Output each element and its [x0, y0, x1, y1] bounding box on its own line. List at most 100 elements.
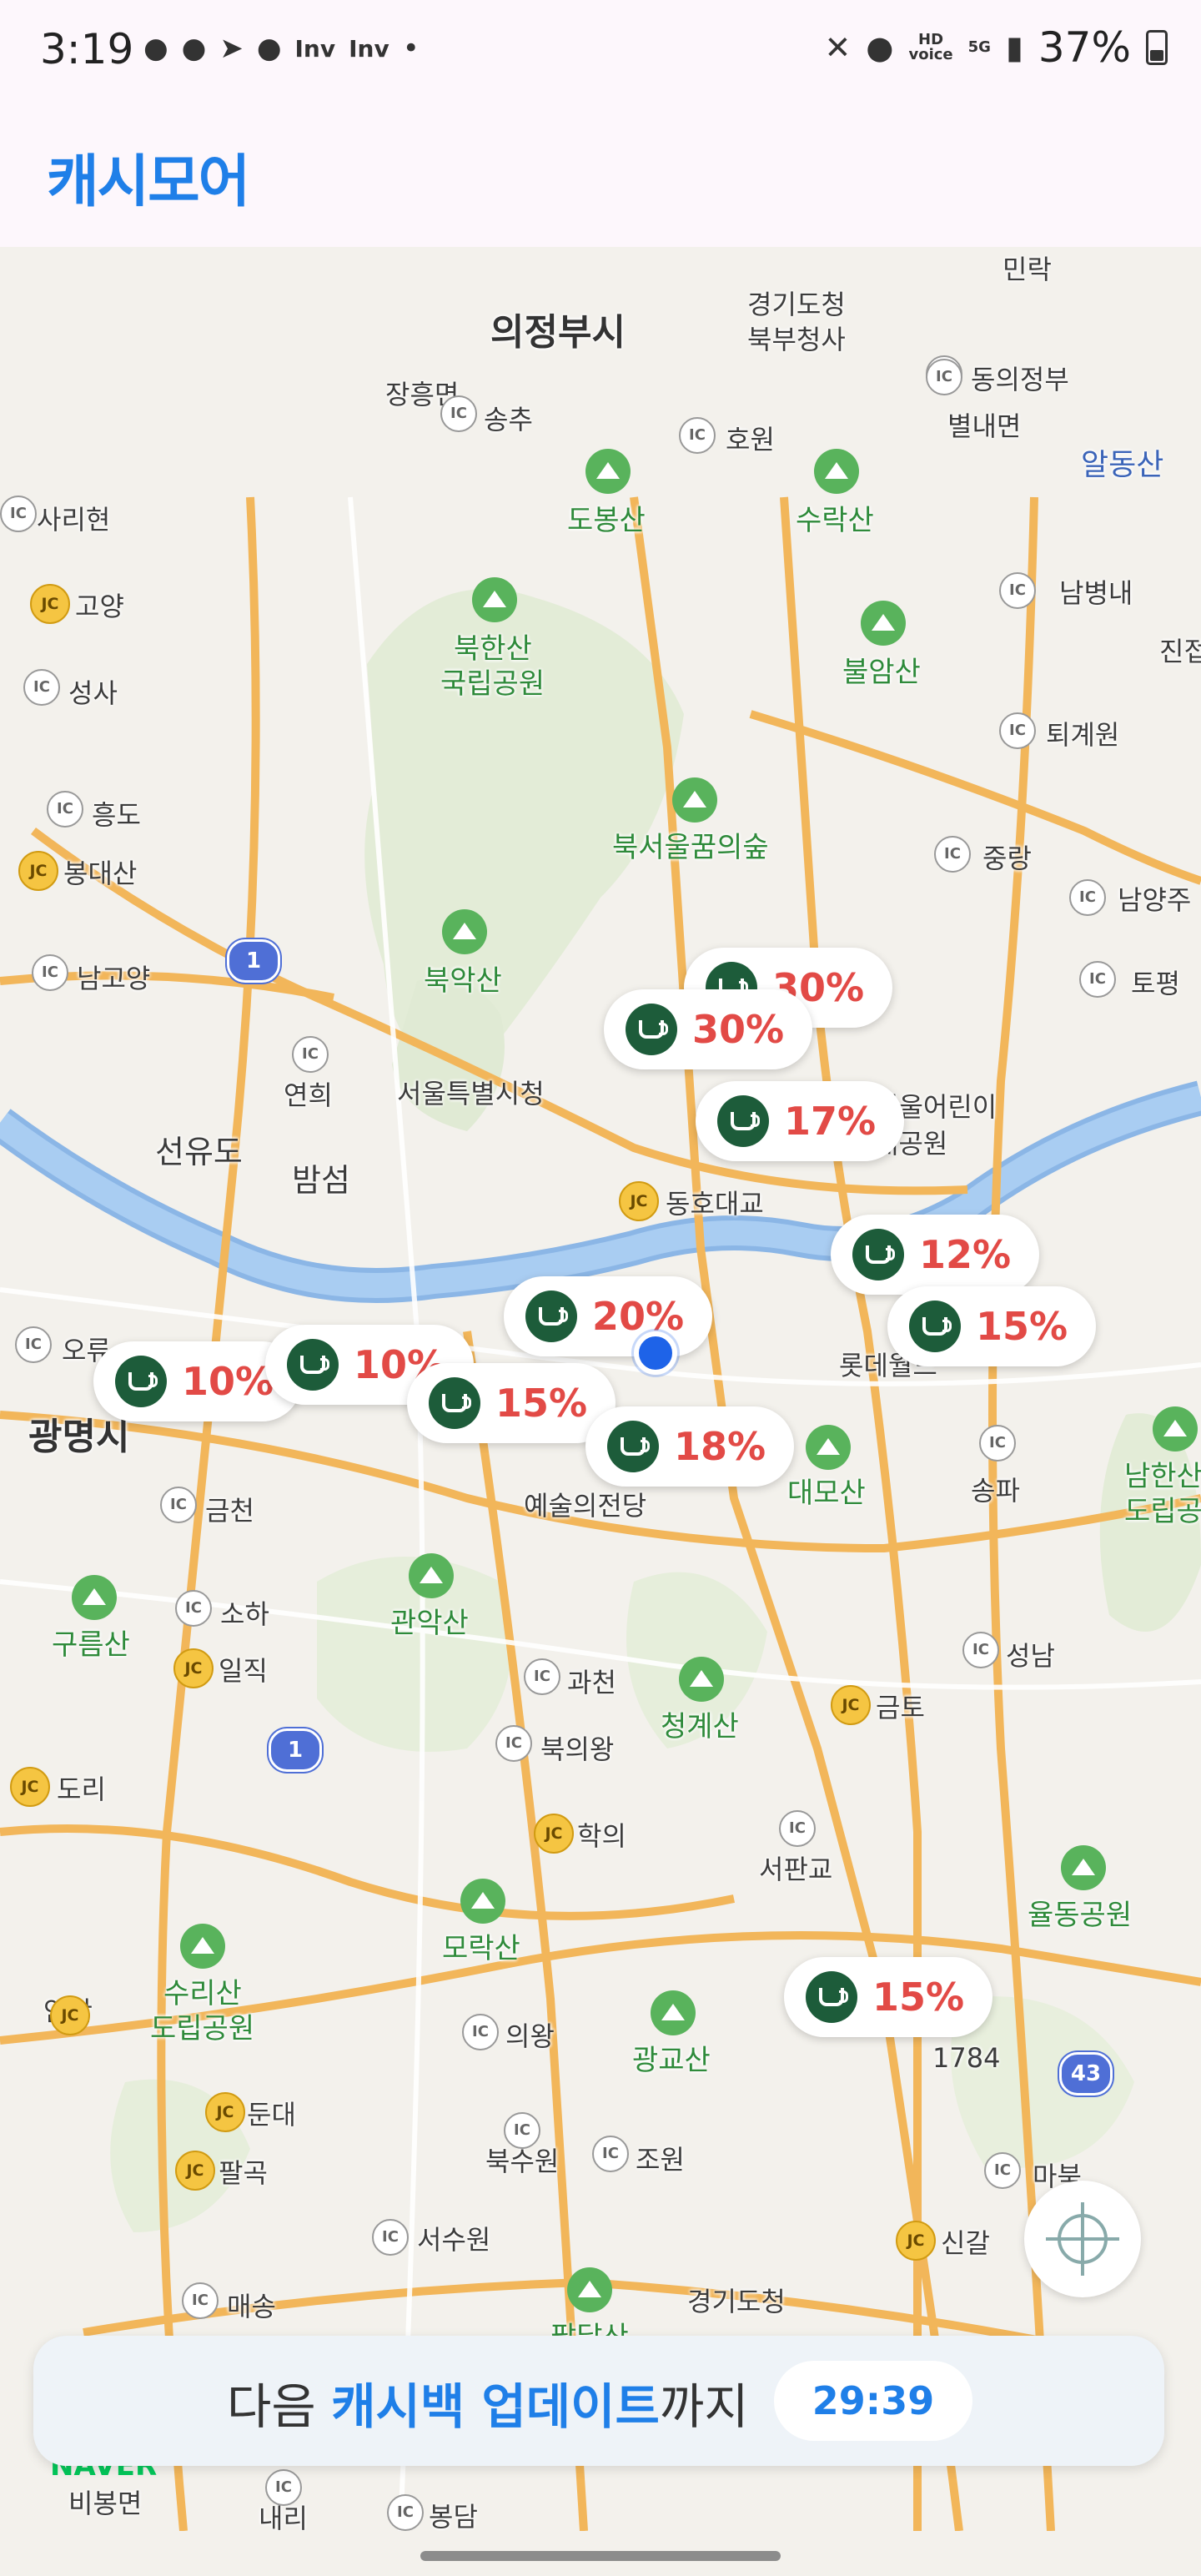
cafe-marker[interactable]: 17%	[696, 1081, 905, 1161]
ic-badge: IC	[979, 1425, 1016, 1462]
mountain-label: 북서울꿈의숲	[612, 831, 769, 864]
place-label: 고양	[75, 591, 124, 622]
home-handle[interactable]	[420, 2551, 781, 2561]
mountain-label: 국립공원	[440, 667, 545, 701]
place-label: 호원	[726, 424, 775, 455]
banner-prefix: 다음	[227, 2378, 332, 2435]
cashback-percent: 15%	[495, 1381, 588, 1426]
cafe-marker[interactable]: 18%	[585, 1406, 795, 1487]
cashback-update-banner: 다음 캐시백 업데이트까지 29:39	[33, 2336, 1164, 2466]
place-label: 진접	[1159, 636, 1201, 667]
cashback-percent: 18%	[674, 1424, 766, 1469]
inv-icon: Inv	[349, 34, 389, 63]
place-label: 비봉면	[68, 2488, 143, 2519]
place-label: 남고양	[77, 963, 151, 994]
cashback-percent: 20%	[592, 1294, 685, 1339]
ic-badge: IC	[999, 712, 1036, 749]
cafe-marker[interactable]: 20%	[504, 1276, 713, 1356]
mountain-label: 수락산	[796, 504, 874, 537]
ic-badge: IC	[182, 2282, 219, 2319]
mountain-icon	[585, 449, 631, 494]
cashback-percent: 12%	[919, 1232, 1012, 1277]
gesture-bar	[0, 2531, 1201, 2576]
jc-badge: JC	[10, 1767, 50, 1807]
ic-badge: IC	[292, 1036, 329, 1073]
place-label: 봉대산	[63, 858, 138, 889]
ic-badge: IC	[462, 2014, 499, 2050]
coffee-cup-icon	[909, 1301, 961, 1352]
place-label: 일직	[219, 1655, 268, 1687]
coffee-cup-icon	[626, 1004, 677, 1055]
mountain-label: 구름산	[52, 1628, 130, 1662]
map-view[interactable]: 의정부시 광명시 경기도청 북부청사 장흥면 송추 호원 동의정부 별내면 사리…	[0, 247, 1201, 2531]
battery-percent: 37%	[1038, 23, 1131, 72]
app-title: 캐시모어	[47, 149, 250, 215]
cafe-marker[interactable]: 30%	[604, 989, 813, 1069]
ic-badge: IC	[47, 791, 83, 828]
jc-badge: JC	[896, 2221, 936, 2261]
place-label: 매송	[227, 2291, 276, 2322]
place-label: 남병내	[1059, 577, 1133, 609]
ic-badge: IC	[926, 359, 962, 395]
signal-icon: ▮	[1005, 29, 1023, 66]
place-label: 송추	[484, 404, 533, 435]
route-shield: 1	[227, 939, 280, 983]
ic-badge: IC	[984, 2152, 1021, 2189]
mountain-icon	[180, 1924, 225, 1969]
jc-badge: JC	[175, 2151, 215, 2191]
place-label: 서수원	[417, 2224, 491, 2256]
mountain-icon	[442, 909, 487, 954]
cafe-marker[interactable]: 12%	[831, 1215, 1040, 1295]
mountain-icon	[679, 1657, 724, 1702]
jc-badge: JC	[18, 851, 58, 891]
place-label: 퇴계원	[1046, 719, 1120, 751]
mountain-icon	[806, 1425, 851, 1470]
hd-voice-icon: HD voice	[908, 31, 953, 63]
jc-badge: JC	[534, 1814, 574, 1854]
mountain-label: 청계산	[661, 1710, 739, 1743]
cashback-percent: 17%	[784, 1099, 877, 1144]
route-shield: 43	[1059, 2052, 1113, 2096]
place-label: 중랑	[982, 843, 1032, 874]
coffee-cup-icon	[717, 1095, 769, 1147]
coffee-cup-icon	[287, 1339, 339, 1391]
mountain-icon	[651, 1990, 696, 2035]
network-icon: 5G	[967, 38, 991, 56]
ic-badge: IC	[524, 1658, 560, 1695]
place-label: 밤섬	[292, 1162, 350, 1199]
mountain-label: 알동산	[1081, 448, 1164, 482]
my-location-dot	[634, 1331, 677, 1375]
ic-badge: IC	[32, 954, 68, 991]
cashback-percent: 30%	[692, 1007, 785, 1052]
jc-badge: JC	[619, 1181, 659, 1221]
mountain-label: 도봉산	[567, 504, 646, 537]
cafe-marker[interactable]: 15%	[784, 1957, 993, 2037]
mountain-icon	[814, 449, 859, 494]
place-label: 팔곡	[219, 2157, 268, 2189]
place-label: 성사	[68, 677, 118, 709]
banner-highlight: 캐시백 업데이트	[331, 2378, 660, 2435]
mountain-label: 대모산	[787, 1477, 866, 1510]
mountain-icon	[1153, 1406, 1198, 1452]
ic-badge: IC	[265, 2469, 302, 2506]
place-label: 경기도청	[747, 289, 846, 320]
cafe-marker[interactable]: 15%	[887, 1286, 1097, 1366]
messenger-icon: ●	[256, 32, 282, 65]
place-label: 학의	[577, 1820, 626, 1852]
jc-badge: JC	[173, 1648, 214, 1688]
cashback-percent: 10%	[182, 1359, 274, 1404]
ic-badge: IC	[160, 1487, 197, 1523]
mountain-icon	[472, 577, 517, 622]
ic-badge: IC	[504, 2112, 540, 2149]
place-label: 토평	[1131, 968, 1180, 999]
place-label: 금토	[876, 1692, 925, 1723]
cashback-percent: 15%	[872, 1975, 965, 2020]
mountain-icon	[72, 1575, 117, 1620]
place-label: 송파	[971, 1475, 1020, 1507]
chat-icon: ●	[181, 32, 207, 65]
current-location-button[interactable]	[1024, 2181, 1141, 2297]
cafe-marker[interactable]: 15%	[407, 1363, 616, 1443]
place-label: 의정부시	[490, 311, 626, 354]
ic-badge: IC	[23, 669, 60, 706]
ic-badge: IC	[1069, 879, 1106, 916]
